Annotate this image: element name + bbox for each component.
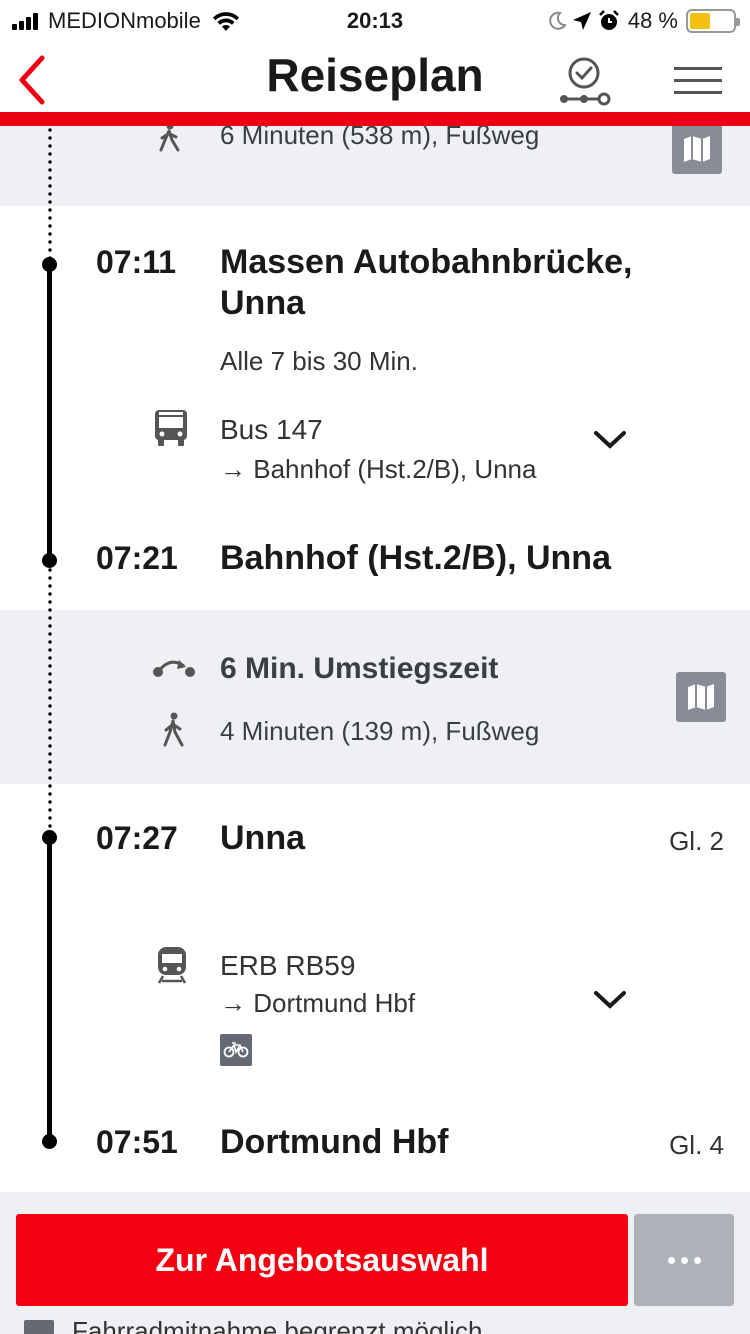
arrival-stop: Bahnhof (Hst.2/B), Unna — [220, 539, 611, 577]
walk-segment-top: 6 Minuten (538 m), Fußweg — [0, 126, 750, 182]
walk-icon — [159, 126, 180, 152]
map-button[interactable] — [676, 672, 726, 722]
walk-info: 6 Minuten (538 m), Fußweg — [220, 126, 540, 150]
realtime-check-button[interactable] — [556, 56, 616, 108]
bottom-bar: Zur Angebotsauswahl Fahrradmitnahme begr… — [0, 1192, 750, 1334]
arrival-platform: Gl. 4 — [669, 1130, 724, 1160]
frequency-info: Alle 7 bis 30 Min. — [220, 346, 418, 376]
line-direction: → Dortmund Hbf — [220, 988, 416, 1018]
departure-stop: Massen Autobahnbrücke, Unna — [220, 243, 633, 322]
menu-button[interactable] — [672, 66, 724, 96]
battery-icon — [686, 9, 740, 33]
battery-percent: 48 % — [627, 8, 678, 33]
offer-selection-button[interactable]: Zur Angebotsauswahl — [16, 1214, 628, 1306]
departure-stop: Unna — [220, 819, 305, 857]
walk-icon — [163, 712, 184, 747]
more-icon — [665, 1256, 704, 1264]
status-bar: MEDIONmobile 20:13 48 % — [0, 0, 750, 40]
line-name: Bus 147 — [220, 414, 323, 445]
departure-time: 07:27 — [96, 820, 178, 856]
more-options-button[interactable] — [634, 1214, 734, 1306]
info-icon — [24, 1320, 54, 1334]
leg-train: 07:27 Unna Gl. 2 ERB RB59 → Dortmund Hbf… — [0, 784, 750, 1192]
moon-icon — [549, 11, 566, 30]
expand-chevron-icon[interactable] — [592, 428, 628, 452]
bus-icon — [155, 410, 187, 446]
arrival-stop: Dortmund Hbf — [220, 1123, 449, 1161]
bike-note: Fahrradmitnahme begrenzt möglich — [72, 1316, 483, 1334]
page-title: Reiseplan — [266, 49, 484, 101]
train-icon — [157, 947, 187, 984]
transfer-icon — [153, 660, 195, 677]
arrival-time: 07:21 — [96, 540, 178, 576]
map-icon — [684, 136, 710, 162]
departure-time: 07:11 — [96, 244, 177, 280]
timeline-node — [42, 1134, 57, 1149]
walk-info: 4 Minuten (139 m), Fußweg — [220, 716, 540, 746]
departure-platform: Gl. 2 — [669, 826, 724, 856]
line-name: ERB RB59 — [220, 950, 356, 981]
location-arrow-icon — [572, 12, 591, 30]
transfer-segment: 6 Min. Umstiegszeit 4 Minuten (139 m), F… — [0, 610, 750, 784]
line-direction: → Bahnhof (Hst.2/B), Unna — [220, 454, 537, 484]
alarm-icon — [598, 10, 619, 30]
nav-bar: Reiseplan — [0, 40, 750, 114]
timeline-transfer — [48, 566, 52, 830]
header-accent-bar — [0, 112, 750, 126]
leg-bus: 07:11 Massen Autobahnbrücke, Unna Alle 7… — [0, 206, 750, 610]
expand-chevron-icon[interactable] — [592, 988, 628, 1012]
timeline-walk — [48, 126, 52, 261]
timeline-bus — [47, 264, 52, 560]
bicycle-icon — [220, 1034, 252, 1066]
transfer-time: 6 Min. Umstiegszeit — [220, 652, 499, 685]
map-button[interactable] — [672, 126, 722, 174]
arrival-time: 07:51 — [96, 1124, 178, 1160]
map-icon — [688, 684, 714, 710]
itinerary-list[interactable]: 6 Minuten (538 m), Fußweg 07:11 Massen A… — [0, 126, 750, 1192]
timeline-train — [47, 837, 52, 1137]
